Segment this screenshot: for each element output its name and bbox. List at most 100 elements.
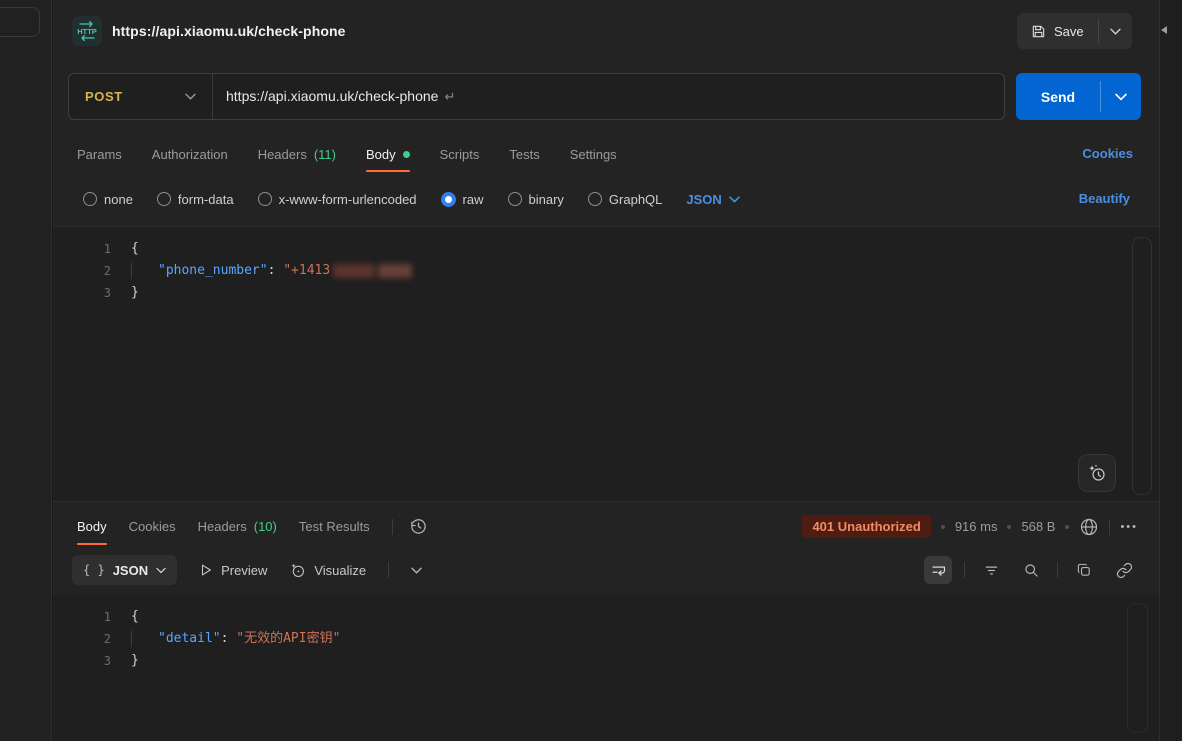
dot-separator [1065, 525, 1069, 529]
chevron-down-icon [1110, 28, 1121, 35]
send-button[interactable]: Send [1016, 73, 1141, 120]
request-url-row: POST https://api.xiaomu.uk/check-phone↵ … [53, 73, 1159, 120]
url-input[interactable]: https://api.xiaomu.uk/check-phone↵ [213, 88, 455, 105]
radio-selected-icon [441, 192, 456, 207]
save-icon [1031, 24, 1046, 39]
code-line: 3} [53, 650, 1159, 672]
send-options-button[interactable] [1101, 73, 1141, 120]
save-options-button[interactable] [1099, 13, 1132, 49]
code-line: 1{ [53, 606, 1159, 628]
radio-binary[interactable]: binary [508, 192, 564, 207]
sidebar [0, 0, 52, 741]
body-content-dot-icon [403, 151, 410, 158]
filter-button[interactable] [977, 556, 1005, 584]
response-tab-test-results[interactable]: Test Results [299, 506, 370, 548]
tab-params[interactable]: Params [77, 133, 122, 175]
svg-text:HTTP: HTTP [77, 27, 97, 36]
request-url-title: https://api.xiaomu.uk/check-phone [112, 23, 346, 39]
radio-none[interactable]: none [83, 192, 133, 207]
request-header: HTTP https://api.xiaomu.uk/check-phone S… [53, 0, 1159, 62]
indent-guide [131, 631, 158, 647]
link-button[interactable] [1110, 556, 1138, 584]
redacted-value [333, 264, 375, 278]
response-body-editor[interactable]: 1{ 2"detail": "无效的API密钥" 3} [53, 595, 1159, 741]
return-key-icon: ↵ [444, 89, 455, 104]
radio-icon [588, 192, 602, 206]
save-button-label: Save [1054, 24, 1084, 39]
response-toolbar: { } JSON Preview Visualize [53, 552, 1159, 588]
method-select[interactable]: POST [69, 89, 212, 104]
radio-x-www-form-urlencoded[interactable]: x-www-form-urlencoded [258, 192, 417, 207]
response-format-select[interactable]: { } JSON [72, 555, 177, 585]
radio-icon [508, 192, 522, 206]
radio-icon [157, 192, 171, 206]
request-workspace: HTTP https://api.xiaomu.uk/check-phone S… [53, 0, 1159, 741]
dot-separator [941, 525, 945, 529]
response-status-group: 401 Unauthorized 916 ms 568 B ••• [802, 505, 1138, 548]
chevron-down-icon [729, 196, 740, 203]
divider [1109, 519, 1110, 535]
save-button[interactable]: Save [1017, 13, 1132, 49]
tab-body[interactable]: Body [366, 133, 410, 175]
tab-scripts[interactable]: Scripts [440, 133, 480, 175]
body-type-row: none form-data x-www-form-urlencoded raw… [53, 184, 1159, 214]
radio-graphql[interactable]: GraphQL [588, 192, 662, 207]
response-tab-cookies[interactable]: Cookies [129, 506, 176, 548]
divider [1057, 562, 1058, 578]
response-headers-count-badge: (10) [254, 519, 277, 534]
filter-icon [983, 562, 1000, 579]
preview-button[interactable]: Preview [199, 563, 267, 578]
response-more-options-button[interactable]: ••• [1120, 521, 1138, 533]
postbot-button[interactable] [1078, 454, 1116, 492]
url-box: POST https://api.xiaomu.uk/check-phone↵ [68, 73, 1005, 120]
response-editor-scrollbar[interactable] [1127, 603, 1148, 733]
copy-icon [1076, 562, 1093, 579]
wrap-text-button[interactable] [924, 556, 952, 584]
beautify-link[interactable]: Beautify [1079, 184, 1130, 214]
response-history-button[interactable] [409, 517, 428, 536]
radio-icon [258, 192, 272, 206]
request-body-editor[interactable]: 1{ 2"phone_number": "+1413 3} [53, 226, 1159, 501]
network-info-icon[interactable] [1079, 517, 1099, 537]
radio-raw[interactable]: raw [441, 192, 484, 207]
wrap-text-icon [930, 562, 947, 579]
divider [388, 562, 389, 578]
send-button-label: Send [1016, 73, 1100, 120]
response-tab-headers[interactable]: Headers(10) [198, 506, 277, 548]
redacted-value [378, 264, 412, 278]
tab-tests[interactable]: Tests [509, 133, 539, 175]
search-button[interactable] [1017, 556, 1045, 584]
response-size: 568 B [1021, 519, 1055, 534]
http-request-icon: HTTP [72, 16, 102, 46]
code-line: 3} [53, 282, 1159, 304]
visualize-button[interactable]: Visualize [289, 562, 366, 579]
cookies-link[interactable]: Cookies [1082, 146, 1133, 161]
copy-button[interactable] [1070, 556, 1098, 584]
response-view-options-button[interactable] [411, 567, 422, 574]
raw-format-select[interactable]: JSON [686, 192, 739, 207]
tab-headers[interactable]: Headers(11) [258, 133, 336, 175]
link-icon [1116, 562, 1133, 579]
collapse-panel-arrow-icon[interactable] [1161, 26, 1167, 34]
request-tabs: Params Authorization Headers(11) Body Sc… [53, 133, 1159, 175]
postbot-sparkle-icon [1087, 463, 1107, 483]
divider [53, 501, 1159, 502]
radio-icon [83, 192, 97, 206]
status-badge: 401 Unauthorized [802, 515, 930, 538]
radio-form-data[interactable]: form-data [157, 192, 234, 207]
code-line: 2"detail": "无效的API密钥" [53, 628, 1159, 650]
chevron-down-icon [185, 93, 196, 100]
history-clock-icon [409, 517, 428, 536]
sidebar-collapsed-tab[interactable] [0, 7, 40, 37]
response-tab-body[interactable]: Body [77, 506, 107, 548]
editor-scrollbar[interactable] [1132, 237, 1152, 495]
braces-icon: { } [83, 563, 105, 577]
divider [392, 519, 393, 535]
method-label: POST [85, 89, 123, 104]
tab-authorization[interactable]: Authorization [152, 133, 228, 175]
right-panel-strip [1159, 0, 1182, 741]
chevron-down-icon [156, 567, 166, 574]
tab-settings[interactable]: Settings [570, 133, 617, 175]
dot-separator [1007, 525, 1011, 529]
response-time: 916 ms [955, 519, 998, 534]
